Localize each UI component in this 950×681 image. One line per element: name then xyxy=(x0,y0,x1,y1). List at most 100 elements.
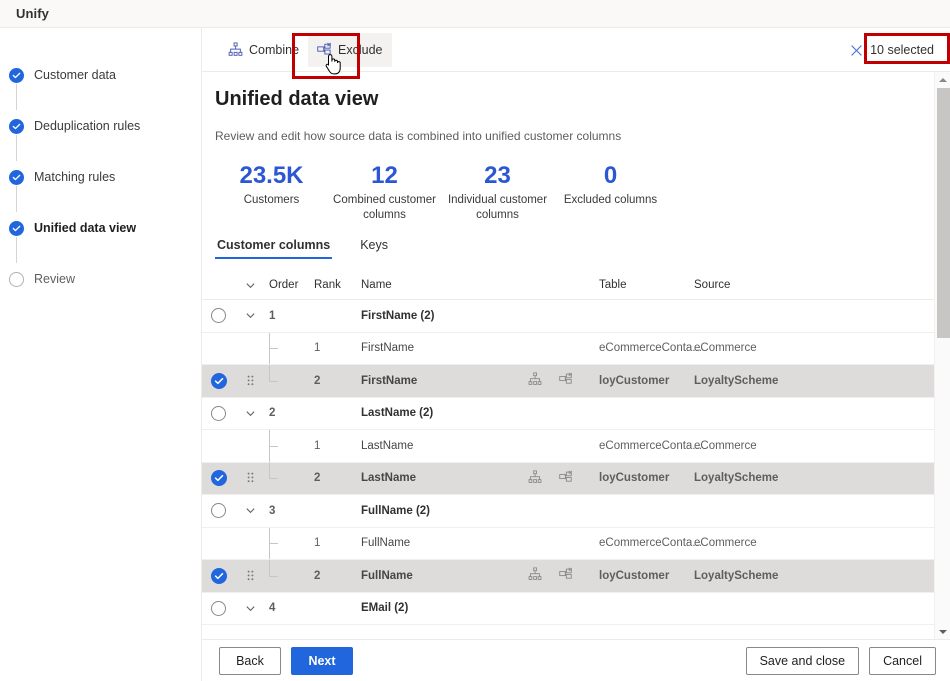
row-expand-chevron[interactable] xyxy=(235,505,265,516)
header-source[interactable]: Source xyxy=(694,279,814,291)
table-row[interactable]: 1 LastName eCommerceConta... eCommerce xyxy=(202,430,950,463)
cell-source: eCommerce xyxy=(694,439,757,452)
row-select-cell[interactable] xyxy=(202,567,235,584)
row-expand-chevron[interactable] xyxy=(235,310,265,321)
cell-rank: 1 xyxy=(314,537,321,550)
row-select-cell[interactable] xyxy=(202,470,235,487)
back-button[interactable]: Back xyxy=(219,646,281,675)
row-combine-icon[interactable] xyxy=(528,567,542,584)
cell-name: EMail (2) xyxy=(361,602,409,615)
row-checkbox-unchecked[interactable] xyxy=(211,308,226,324)
scroll-up-arrow[interactable] xyxy=(935,72,950,87)
combine-button[interactable]: Combine xyxy=(219,33,308,67)
header-order[interactable]: Order xyxy=(265,279,310,291)
row-exclude-icon[interactable] xyxy=(559,372,573,389)
next-button[interactable]: Next xyxy=(291,646,353,675)
kpi-value: 0 xyxy=(603,162,618,189)
empty-circle-icon xyxy=(9,271,24,287)
row-checkbox-checked[interactable] xyxy=(210,567,227,584)
tree-connector-elbow xyxy=(269,380,278,382)
row-drag-handle[interactable] xyxy=(235,472,265,484)
row-checkbox-unchecked[interactable] xyxy=(211,405,226,421)
row-combine-icon[interactable] xyxy=(528,372,542,389)
tree-connector-elbow xyxy=(269,445,278,447)
row-exclude-icon[interactable] xyxy=(559,470,573,487)
scroll-down-arrow[interactable] xyxy=(935,624,950,639)
chevron-down-icon xyxy=(245,508,255,514)
cell-name: FirstName xyxy=(361,342,415,355)
tree-connector-line xyxy=(269,560,270,576)
sidebar-step-review[interactable]: Review xyxy=(0,266,201,292)
table-row[interactable]: 2 FullName loyCustomer LoyaltyScheme xyxy=(202,560,950,593)
drag-grip-icon[interactable] xyxy=(247,570,254,582)
row-action-icons xyxy=(528,470,599,487)
table-group-row[interactable]: 4 EMail (2) xyxy=(202,593,950,625)
kpi-card: 23.5K Customers xyxy=(215,163,328,223)
table-row[interactable]: 2 LastName loyCustomer LoyaltyScheme xyxy=(202,462,950,495)
command-bar: Combine Exclude 10 selected xyxy=(202,28,950,72)
sidebar-step-label: Unified data view xyxy=(34,221,137,235)
header-table[interactable]: Table xyxy=(599,279,694,291)
drag-grip-icon[interactable] xyxy=(247,472,254,484)
save-and-close-button[interactable]: Save and close xyxy=(745,646,860,675)
chevron-down-icon xyxy=(245,606,255,611)
row-drag-handle[interactable] xyxy=(235,570,265,582)
page-title: Unified data view xyxy=(215,88,379,110)
sidebar-step-label: Review xyxy=(34,272,75,286)
tree-connector-elbow xyxy=(269,478,278,480)
row-expand-chevron[interactable] xyxy=(235,603,265,614)
cell-name: FullName (2) xyxy=(361,504,431,517)
row-checkbox-checked[interactable] xyxy=(210,372,227,389)
cell-name: FirstName (2) xyxy=(361,309,435,322)
header-rank[interactable]: Rank xyxy=(310,279,358,291)
row-exclude-icon[interactable] xyxy=(559,567,573,584)
row-checkbox-unchecked[interactable] xyxy=(211,503,226,519)
sidebar-step-customer-data[interactable]: Customer data xyxy=(0,62,201,110)
footer-left-actions: Back Next xyxy=(219,646,353,675)
table-group-row[interactable]: 2 LastName (2) xyxy=(202,398,950,430)
row-select-cell[interactable] xyxy=(202,405,235,421)
row-combine-icon[interactable] xyxy=(528,470,542,487)
row-select-cell[interactable] xyxy=(202,308,235,324)
check-circle-icon xyxy=(9,220,24,236)
step-connector-line xyxy=(16,84,17,110)
check-circle-icon xyxy=(9,169,24,185)
header-name[interactable]: Name xyxy=(358,279,528,291)
row-checkbox-checked[interactable] xyxy=(210,470,227,487)
table-header-row: Order Rank Name Table Source xyxy=(202,271,950,300)
sidebar-step-unified-data-view[interactable]: Unified data view xyxy=(0,215,201,263)
exclude-button[interactable]: Exclude xyxy=(308,32,392,67)
row-expand-chevron[interactable] xyxy=(235,408,265,419)
cancel-button[interactable]: Cancel xyxy=(869,646,936,675)
sidebar-step-matching-rules[interactable]: Matching rules xyxy=(0,164,201,212)
table-group-row[interactable]: 3 FullName (2) xyxy=(202,495,950,528)
header-expand-all-chevron[interactable] xyxy=(235,280,265,291)
content-vertical-scrollbar[interactable] xyxy=(934,72,950,639)
tab-customer-columns[interactable]: Customer columns xyxy=(215,234,333,259)
scrollbar-thumb[interactable] xyxy=(937,88,950,338)
table-row[interactable]: 1 FirstName eCommerceConta... eCommerce xyxy=(202,332,950,365)
table-body: 1 FirstName (2) 1 FirstName eCommerceConta..… xyxy=(202,300,950,625)
table-group-row[interactable]: 1 FirstName (2) xyxy=(202,300,950,333)
table-row[interactable]: 2 FirstName loyCustomer LoyaltyScheme xyxy=(202,365,950,398)
row-action-icons xyxy=(528,567,599,584)
row-select-cell[interactable] xyxy=(202,503,235,519)
cell-source: LoyaltyScheme xyxy=(694,472,779,485)
exclude-label: Exclude xyxy=(338,42,383,57)
kpi-label: Excluded columns xyxy=(563,194,658,206)
drag-grip-icon[interactable] xyxy=(247,375,254,387)
row-select-cell[interactable] xyxy=(202,372,235,389)
row-checkbox-unchecked[interactable] xyxy=(211,600,226,616)
sidebar-step-deduplication-rules[interactable]: Deduplication rules xyxy=(0,113,201,161)
tab-keys[interactable]: Keys xyxy=(358,234,390,259)
selected-count-button[interactable]: 10 selected xyxy=(842,33,942,67)
sidebar-step-label: Customer data xyxy=(34,68,116,82)
cell-source: LoyaltyScheme xyxy=(694,374,779,387)
row-select-cell[interactable] xyxy=(202,600,235,616)
window-titlebar: Unify xyxy=(0,0,950,28)
row-drag-handle[interactable] xyxy=(235,375,265,387)
table-row[interactable]: 1 FullName eCommerceConta... eCommerce xyxy=(202,527,950,560)
cell-name: LastName xyxy=(361,439,414,452)
cell-name: LastName (2) xyxy=(361,407,434,420)
combine-icon xyxy=(228,42,243,57)
